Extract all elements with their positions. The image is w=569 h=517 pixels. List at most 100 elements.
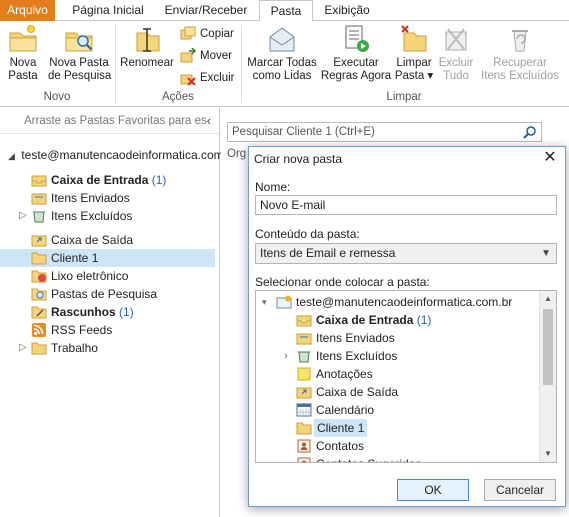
tree-scrollbar[interactable]: ▲ ▼ xyxy=(539,291,556,462)
search-placeholder: Pesquisar Cliente 1 (Ctrl+E) xyxy=(232,126,375,138)
tree-item-label: Contatos Sugeridos xyxy=(316,455,421,462)
folder-item-cliente-1[interactable]: Cliente 1 xyxy=(0,249,215,267)
rename-icon xyxy=(131,23,163,55)
clean-folder-button[interactable]: Limpar Pasta ▾ xyxy=(392,23,436,83)
drafts-icon xyxy=(31,305,47,319)
delete-all-button[interactable]: Excluir Tudo xyxy=(436,23,476,83)
tree-item-contacts[interactable]: Contatos xyxy=(296,437,536,455)
tab-pagina-inicial[interactable]: Página Inicial xyxy=(62,0,154,21)
expand-arrow-icon[interactable]: ▷ xyxy=(19,339,27,357)
folder-item-outbox[interactable]: Caixa de Saída xyxy=(0,231,215,249)
arrange-by-label[interactable]: Org xyxy=(227,148,246,160)
clean-folder-label: Limpar Pasta ▾ xyxy=(394,57,434,82)
dialog-title: Criar nova pasta xyxy=(249,147,565,171)
tab-pasta[interactable]: Pasta xyxy=(259,0,313,22)
tree-item-label: Caixa de Saída xyxy=(316,385,399,399)
group-label-acoes: Ações xyxy=(162,91,194,103)
folder-label: RSS Feeds xyxy=(51,323,113,337)
account-node[interactable]: ◢ teste@manutencaodeinformatica.com xyxy=(8,148,224,162)
delete-button[interactable]: Excluir xyxy=(180,69,235,87)
outbox-icon xyxy=(296,385,312,399)
ribbon: Nova Pasta Nova Pasta de Pesquisa Novo R… xyxy=(0,21,569,107)
folder-label: Cliente 1 xyxy=(51,251,99,265)
folder-icon xyxy=(296,421,312,435)
folder-label: Caixa de Entrada xyxy=(51,173,149,187)
tree-item-label: Calendário xyxy=(316,403,375,417)
tree-item-label: Itens Enviados xyxy=(316,331,395,345)
copy-button[interactable]: Copiar xyxy=(180,25,234,43)
rename-button[interactable]: Renomear xyxy=(119,23,175,70)
folder-item-trabalho[interactable]: ▷ Trabalho xyxy=(0,339,215,357)
sent-icon xyxy=(296,331,312,345)
folder-item-search-folders[interactable]: Pastas de Pesquisa xyxy=(0,285,215,303)
folder-label: Rascunhos xyxy=(51,305,116,319)
folder-tree[interactable]: ▾ teste@manutencaodeinformatica.com.br C… xyxy=(255,290,557,463)
tree-account-node[interactable]: ▾ teste@manutencaodeinformatica.com.br xyxy=(262,293,542,311)
favorites-hint-text: Arraste as Pastas Favoritas para es xyxy=(24,115,207,127)
tree-item-inbox[interactable]: Caixa de Entrada (1) xyxy=(296,311,536,329)
close-icon[interactable]: ✕ xyxy=(541,149,559,167)
folder-item-junk[interactable]: Lixo eletrônico xyxy=(0,267,215,285)
collapse-arrow-icon[interactable]: ▾ xyxy=(262,293,267,311)
expand-triangle-icon[interactable]: ◢ xyxy=(8,151,18,162)
account-email: teste@manutencaodeinformatica.com xyxy=(21,148,224,162)
tree-item-notes[interactable]: Anotações xyxy=(296,365,536,383)
tree-item-label: Contatos xyxy=(316,439,365,453)
cancel-button[interactable]: Cancelar xyxy=(484,479,556,501)
junk-icon xyxy=(31,269,47,283)
folder-label: Pastas de Pesquisa xyxy=(51,287,158,301)
tab-exibicao[interactable]: Exibição xyxy=(318,0,376,21)
calendar-icon xyxy=(296,403,312,417)
ok-button[interactable]: OK xyxy=(397,479,469,501)
run-rules-label: Executar Regras Agora xyxy=(320,57,392,82)
content-type-select[interactable]: Itens de Email e remessa ▼ xyxy=(255,243,557,264)
folder-item-inbox[interactable]: Caixa de Entrada (1) xyxy=(0,171,215,189)
mark-all-read-label: Marcar Todas como Lidas xyxy=(247,57,317,82)
folder-item-rss[interactable]: RSS Feeds xyxy=(0,321,215,339)
tree-item-cliente-1[interactable]: Cliente 1 xyxy=(296,419,536,437)
run-rules-button[interactable]: Executar Regras Agora xyxy=(320,23,392,83)
tree-item-sent[interactable]: Itens Enviados xyxy=(296,329,536,347)
folder-item-deleted[interactable]: ▷ Itens Excluídos xyxy=(0,207,215,225)
tab-enviar-receber[interactable]: Enviar/Receber xyxy=(160,0,252,21)
tree-item-deleted[interactable]: › Itens Excluídos xyxy=(284,347,536,365)
search-input[interactable]: Pesquisar Cliente 1 (Ctrl+E) xyxy=(227,122,542,142)
new-search-folder-label: Nova Pasta de Pesquisa xyxy=(48,57,112,82)
new-folder-button[interactable]: Nova Pasta xyxy=(4,23,42,83)
mark-all-read-button[interactable]: Marcar Todas como Lidas xyxy=(245,23,319,83)
envelope-open-icon xyxy=(266,23,298,55)
expand-arrow-icon[interactable]: › xyxy=(284,347,288,365)
recover-deleted-label: Recuperar Itens Excluídos xyxy=(481,57,559,82)
folder-label: Caixa de Saída xyxy=(51,233,134,247)
tree-item-outbox[interactable]: Caixa de Saída xyxy=(296,383,536,401)
folder-item-sent[interactable]: Itens Enviados xyxy=(0,189,215,207)
scroll-thumb[interactable] xyxy=(543,309,553,385)
folder-name-input[interactable]: Novo E-mail xyxy=(255,195,557,215)
move-icon xyxy=(180,47,197,64)
scroll-down-icon[interactable]: ▼ xyxy=(540,446,556,462)
search-icon[interactable] xyxy=(523,125,537,139)
group-separator xyxy=(115,25,116,103)
tree-item-calendar[interactable]: Calendário xyxy=(296,401,536,419)
ribbon-tabs: Arquivo Página Inicial Enviar/Receber Pa… xyxy=(0,0,569,22)
move-button[interactable]: Mover xyxy=(180,47,232,65)
tree-item-label: Cliente 1 xyxy=(314,419,368,437)
contacts-icon xyxy=(296,439,312,453)
folder-label: Itens Enviados xyxy=(51,191,130,205)
tab-arquivo[interactable]: Arquivo xyxy=(0,0,55,21)
folder-label: Lixo eletrônico xyxy=(51,269,129,283)
move-label: Mover xyxy=(200,50,232,62)
tree-item-suggested-contacts[interactable]: Contatos Sugeridos xyxy=(296,455,536,462)
favorites-drop-hint: Arraste as Pastas Favoritas para es ‹ xyxy=(0,108,219,134)
scroll-up-icon[interactable]: ▲ xyxy=(540,291,556,307)
search-folder-icon xyxy=(31,287,47,301)
unread-count: (1) xyxy=(151,173,167,187)
outbox-icon xyxy=(31,233,47,247)
folder-item-drafts[interactable]: Rascunhos (1) xyxy=(0,303,215,321)
recover-deleted-button[interactable]: Recuperar Itens Excluídos xyxy=(476,23,564,83)
clean-folder-icon xyxy=(398,23,430,55)
collapse-pane-icon[interactable]: ‹ xyxy=(207,108,211,134)
tree-item-label: Anotações xyxy=(316,367,373,381)
expand-arrow-icon[interactable]: ▷ xyxy=(19,207,27,225)
new-search-folder-button[interactable]: Nova Pasta de Pesquisa xyxy=(48,23,112,83)
